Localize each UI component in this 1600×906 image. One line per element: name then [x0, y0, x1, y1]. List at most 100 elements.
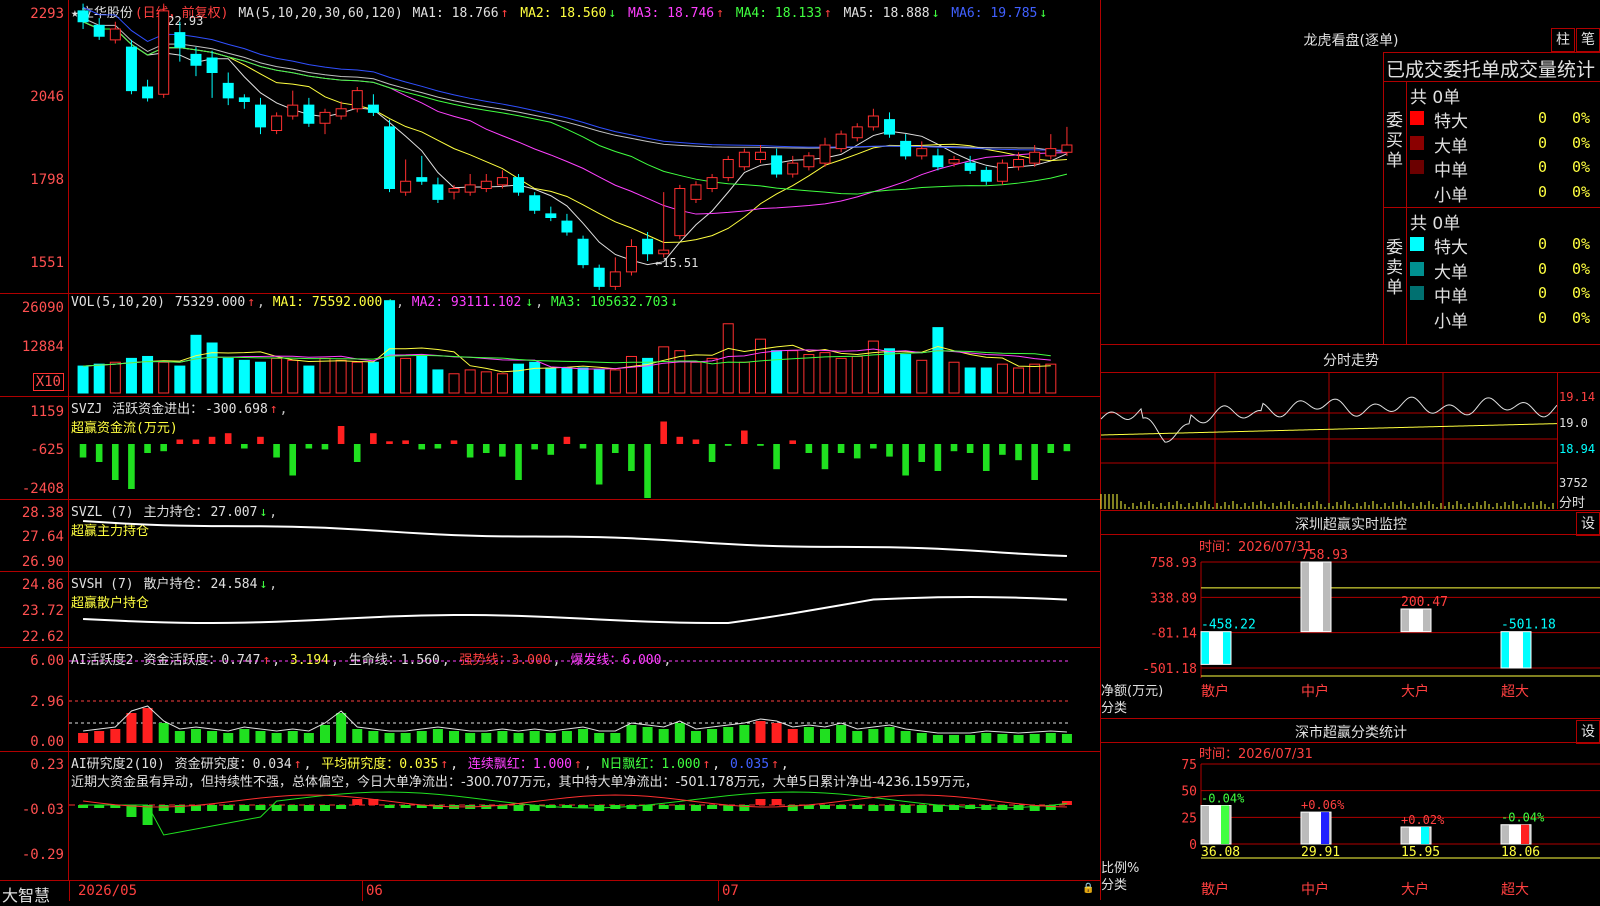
activity-bar — [352, 729, 363, 743]
svzj-ytick: -625 — [30, 442, 64, 458]
lock-icon[interactable]: 🔒 — [1082, 883, 1094, 894]
research-bar — [707, 805, 718, 809]
money-flow-bar — [982, 444, 990, 471]
money-flow-bar — [579, 444, 587, 449]
net-amount-chart[interactable]: 758.93 338.89 -81.14 -501.18 -458.22 散户 758.93… — [1101, 548, 1600, 718]
ai2-yaxis: 0.23 -0.03 -0.29 — [0, 751, 69, 880]
ai2-ytick: -0.03 — [21, 802, 64, 818]
volume-chart[interactable] — [69, 293, 1099, 396]
research-bar — [303, 805, 314, 811]
candle — [367, 104, 379, 113]
category-label: 超大 — [1501, 684, 1529, 700]
category-label: 大户 — [1401, 683, 1429, 700]
ai-research-pane[interactable]: 0.23 -0.03 -0.29 AI研究度2(10) 资金研究度：0.034 ↑… — [0, 751, 1100, 880]
money-flow-bar — [741, 430, 748, 444]
ai-activity-pane[interactable]: 6.00 2.96 0.00 AI活跃度2 资金活跃度：0.747 ↑, 3.19… — [0, 647, 1100, 752]
order-size-label: 特大 — [1434, 238, 1468, 258]
research-bar — [884, 805, 895, 811]
money-flow-bar — [434, 444, 442, 449]
date-tick: 06 — [366, 883, 383, 899]
order-percent: 0% — [1572, 182, 1591, 201]
stats-settings-button[interactable]: 设 — [1576, 720, 1600, 744]
ai-activity-chart[interactable] — [69, 647, 1099, 751]
candle — [577, 238, 589, 266]
svzl-ytick: 26.90 — [21, 554, 64, 570]
activity-bar — [513, 733, 524, 743]
volume-bar — [384, 300, 396, 394]
svsh-chart[interactable] — [69, 571, 1099, 647]
svzl-pane[interactable]: 28.38 27.64 26.90 SVZL (7) 主力持仓： 27.007 ↓,… — [0, 499, 1100, 572]
activity-bar — [303, 733, 314, 743]
activity-bar — [820, 729, 830, 743]
volume-bar — [738, 361, 750, 394]
research-bar — [239, 805, 250, 811]
ratio-chart[interactable]: 75 50 25 0 -0.04% 36.08 散户 +0.06% 29.91 中户 +0.02% 1… — [1101, 758, 1600, 900]
candle — [384, 126, 396, 189]
volume-bar — [835, 357, 847, 394]
volume-bar — [900, 354, 912, 394]
candle — [271, 115, 283, 131]
bar-view-button[interactable]: 柱 — [1551, 28, 1575, 52]
money-flow-bar — [821, 444, 829, 470]
volume-bar — [190, 334, 202, 394]
money-flow-bar — [595, 444, 603, 485]
money-flow-bar — [611, 444, 619, 453]
svsh-pane[interactable]: 24.86 23.72 22.62 SVSH (7) 散户持仓： 24.584 ↓,… — [0, 571, 1100, 648]
candle — [335, 108, 347, 117]
money-flow-bar — [515, 444, 522, 480]
legend-swatch — [1410, 135, 1424, 150]
volume-bar — [690, 361, 702, 394]
volume-bar — [303, 365, 315, 394]
volume-bar — [722, 323, 734, 394]
candlestick-chart[interactable] — [69, 0, 1099, 293]
tick-view-button[interactable]: 笔 — [1576, 28, 1600, 52]
kline-pane[interactable]: 2293 2046 1798 1551 ★ 立华股份 (日线，前复权) MA(5,1… — [0, 0, 1100, 294]
order-count: 0 — [1538, 284, 1548, 302]
candle — [609, 271, 621, 287]
order-count: 0 — [1538, 259, 1548, 278]
money-flow-bar — [95, 444, 103, 462]
activity-bar — [594, 733, 605, 743]
svzj-ytick: -2408 — [21, 481, 64, 497]
ai-research-chart[interactable] — [69, 751, 1099, 880]
volume-bar — [1013, 367, 1025, 394]
order-count: 0 — [1538, 235, 1548, 253]
candle — [513, 177, 525, 193]
bar-accent — [1421, 826, 1429, 844]
ai2-ytick: -0.29 — [21, 847, 64, 863]
svzl-ytick: 28.38 — [21, 505, 64, 521]
candle — [464, 184, 476, 193]
category-label: 散户 — [1201, 881, 1229, 898]
activity-bar — [626, 725, 637, 743]
order-percent: 0% — [1572, 308, 1591, 327]
research-bar — [674, 805, 685, 810]
svzj-chart[interactable] — [69, 396, 1099, 499]
monitor-settings-button[interactable]: 设 — [1576, 512, 1600, 536]
candle — [561, 220, 573, 233]
activity-bar — [78, 733, 89, 743]
money-flow-bar — [499, 444, 506, 457]
money-flow-bar — [1063, 444, 1071, 452]
vol-ytick: 12884 — [21, 339, 64, 355]
volume-bar — [109, 361, 121, 394]
volume-pane[interactable]: 26090 12884 X10 VOL(5,10,20) 75329.000 ↑,… — [0, 293, 1100, 397]
order-size-label: 小单 — [1434, 185, 1468, 206]
svzj-pane[interactable]: 1159 -625 -2408 SVZJ 活跃资金进出： -300.698 ↑, 超… — [0, 396, 1100, 500]
research-bar — [658, 805, 669, 809]
svzl-chart[interactable] — [69, 499, 1099, 571]
activity-bar — [223, 733, 234, 743]
activity-bar — [674, 723, 685, 743]
money-flow-bar — [757, 444, 764, 446]
candle — [190, 53, 202, 66]
research-bar — [158, 805, 169, 811]
volume-bar — [400, 357, 412, 394]
order-size-label: 中单 — [1434, 287, 1468, 307]
candle — [964, 162, 976, 171]
activity-bar — [432, 729, 443, 743]
research-line — [83, 791, 1067, 836]
volume-yaxis: 26090 12884 X10 — [0, 293, 69, 396]
net-amount-label: 758.93 — [1301, 548, 1348, 563]
intraday-chart[interactable] — [1100, 373, 1558, 509]
legend-swatch — [1410, 237, 1424, 251]
activity-bar — [932, 735, 943, 743]
